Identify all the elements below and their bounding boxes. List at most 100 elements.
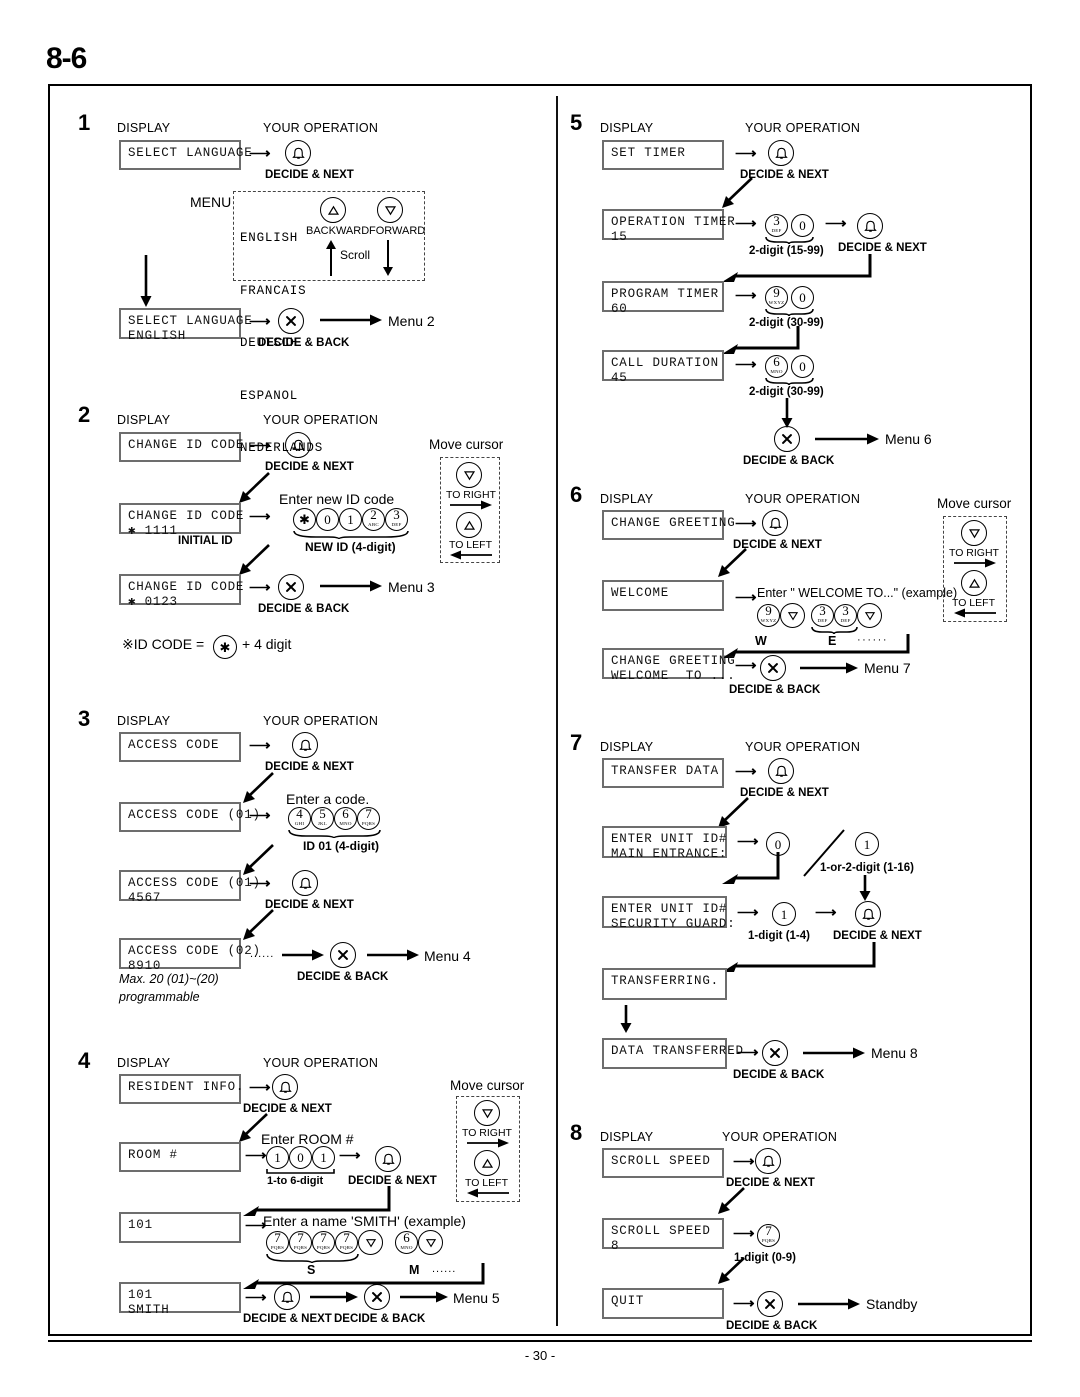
arrow-to-right-icon [954, 558, 996, 568]
cursor-left-button[interactable] [456, 512, 482, 538]
flow-arrow-diagonal-icon [722, 177, 753, 208]
key-3[interactable]: 3 DEF [385, 508, 408, 531]
decide-next-button[interactable] [768, 758, 794, 784]
key-1[interactable]: 1 [339, 508, 362, 531]
decide-next-button[interactable] [292, 870, 318, 896]
key-7[interactable]: 7 PQRS [357, 807, 380, 830]
lcd-display: CALL DURATION 45 [602, 350, 724, 385]
max-note-line2: programmable [119, 990, 200, 1004]
flow-arrow-diagonal-icon [718, 1257, 745, 1284]
cursor-right-button[interactable] [418, 1230, 443, 1255]
decide-back-button[interactable] [760, 655, 786, 681]
key-0[interactable]: 0 [316, 508, 339, 531]
key-1[interactable]: 1 [772, 902, 796, 926]
decide-next-button[interactable] [292, 732, 318, 758]
cursor-right-button[interactable] [961, 520, 987, 546]
key-0[interactable]: 0 [791, 214, 814, 237]
decide-next-button[interactable] [285, 140, 311, 166]
key-group-brace [288, 829, 381, 839]
col-header-display-3: DISPLAY [117, 714, 171, 728]
col-header-display-1: DISPLAY [117, 121, 171, 135]
decide-next-button[interactable] [855, 901, 881, 927]
key-3[interactable]: 3 DEF [811, 604, 834, 627]
flow-arrow-right-icon [800, 662, 858, 674]
cursor-right-button[interactable] [857, 603, 882, 628]
arrow-right-icon: ⟶ [815, 904, 837, 921]
decide-next-button[interactable] [768, 140, 794, 166]
lcd-display: ACCESS CODE (01) 4567 [119, 870, 260, 905]
prompt-enter-room: Enter ROOM # [261, 1131, 354, 1147]
decide-next-button[interactable] [762, 510, 788, 536]
key-4[interactable]: 4 GHI [288, 807, 311, 830]
key-2[interactable]: 2 ABC [362, 508, 385, 531]
decide-next-button[interactable] [272, 1074, 298, 1100]
decide-next-label: DECIDE & NEXT [265, 899, 354, 911]
decide-back-button[interactable] [774, 426, 800, 452]
page-number: - 30 - [524, 1348, 556, 1363]
initial-id-label: INITIAL ID [178, 535, 233, 547]
backward-label: BACKWARD [306, 225, 370, 237]
decide-back-label: DECIDE & BACK [297, 971, 389, 983]
key-6[interactable]: 6 MNO [765, 355, 788, 378]
digit-range-caption: 2-digit (30-99) [749, 386, 824, 398]
next-menu-label: Menu 5 [453, 1290, 500, 1306]
key-7[interactable]: 7 PQRS [757, 1224, 780, 1247]
key-5[interactable]: 5 JKL [311, 807, 334, 830]
move-cursor-label-4: Move cursor [450, 1078, 525, 1093]
decide-next-button[interactable] [857, 213, 883, 239]
cursor-left-button[interactable] [961, 570, 987, 596]
key-3[interactable]: 3 DEF [834, 604, 857, 627]
page-title: 8-6 [46, 42, 87, 75]
arrow-right-icon: ⟶ [249, 437, 271, 454]
key-1[interactable]: 1 [266, 1146, 289, 1169]
id-code-note: ※ID CODE = [122, 636, 205, 652]
key-9[interactable]: 9 WXYZ [765, 286, 788, 309]
col-header-operation-4: YOUR OPERATION [263, 1056, 379, 1070]
decide-back-button[interactable] [762, 1040, 788, 1066]
decide-next-button[interactable] [375, 1146, 401, 1172]
lcd-display: SELECT LANGUAGE ENGLISH [119, 308, 252, 343]
key-3[interactable]: 3 DEF [765, 214, 788, 237]
key-1[interactable]: 1 [855, 832, 879, 856]
key-0[interactable]: 0 [289, 1146, 312, 1169]
key-7[interactable]: 7 PQRS [289, 1231, 312, 1254]
id01-caption: ID 01 (4-digit) [303, 839, 380, 853]
key-0[interactable]: 0 [791, 355, 814, 378]
arrow-right-icon: ⟶ [249, 807, 271, 824]
id-code-note-suffix: + 4 digit [242, 636, 292, 652]
decide-back-button[interactable] [757, 1291, 783, 1317]
key-1[interactable]: 1 [312, 1146, 335, 1169]
lcd-display: 101 [119, 1212, 241, 1243]
key-0[interactable]: 0 [791, 286, 814, 309]
flow-arrow-right-icon [367, 949, 419, 961]
key-7[interactable]: 7 PQRS [266, 1231, 289, 1254]
key-7[interactable]: 7 PQRS [335, 1231, 358, 1254]
cursor-right-button[interactable] [456, 462, 482, 488]
decide-next-label: DECIDE & NEXT [833, 930, 922, 942]
arrow-right-icon: ⟶ [733, 1225, 755, 1242]
key-6[interactable]: 6 MNO [334, 807, 357, 830]
cursor-left-button[interactable] [474, 1150, 500, 1176]
decide-next-button[interactable] [285, 432, 311, 458]
decide-back-button[interactable] [330, 942, 356, 968]
key-star[interactable]: ✱ [293, 508, 316, 531]
move-cursor-label-6: Move cursor [937, 496, 1012, 511]
forward-button[interactable] [377, 197, 403, 223]
key-9[interactable]: 9 WXYZ [757, 604, 780, 627]
decide-back-button[interactable] [364, 1284, 390, 1310]
decide-back-button[interactable] [278, 574, 304, 600]
menu-label: MENU [190, 194, 232, 210]
decide-next-button[interactable] [755, 1148, 781, 1174]
key-6[interactable]: 6 MNO [395, 1231, 418, 1254]
backward-button[interactable] [320, 197, 346, 223]
col-header-display-2: DISPLAY [117, 413, 171, 427]
cursor-right-button[interactable] [358, 1230, 383, 1255]
decide-next-label: DECIDE & NEXT [838, 242, 927, 254]
flow-arrow-down-icon [140, 255, 152, 307]
cursor-right-button[interactable] [474, 1100, 500, 1126]
arrow-right-icon: ⟶ [737, 833, 759, 850]
decide-back-button[interactable] [278, 308, 304, 334]
cursor-right-button[interactable] [780, 603, 805, 628]
key-7[interactable]: 7 PQRS [312, 1231, 335, 1254]
decide-next-button[interactable] [274, 1284, 300, 1310]
